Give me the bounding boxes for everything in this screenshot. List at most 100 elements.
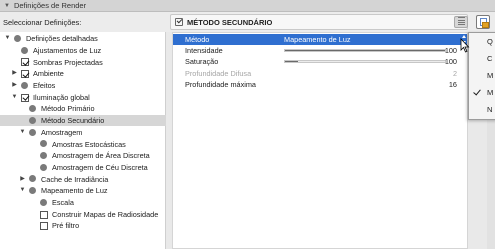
popup-menu-item-label: C bbox=[487, 54, 493, 63]
tree-item[interactable]: Método Primário bbox=[0, 103, 166, 115]
checkmark-icon bbox=[473, 87, 481, 96]
tree-item[interactable]: Escala bbox=[0, 197, 166, 209]
window-titlebar[interactable]: ▼ Definições de Render bbox=[0, 0, 495, 12]
tree-item-label: Sombras Projectadas bbox=[33, 57, 103, 67]
method-popup-menu: QCMMN bbox=[468, 32, 495, 120]
panel-edge bbox=[487, 120, 495, 249]
tree-item-label: Pré filtro bbox=[52, 221, 80, 231]
tree-item[interactable]: Ajustamentos de Luz bbox=[0, 45, 166, 57]
tree-item[interactable]: ▶ Efeitos bbox=[0, 80, 166, 92]
property-label: Profundidade Difusa bbox=[185, 68, 252, 78]
selector-label: Seleccionar Definições: bbox=[3, 17, 82, 27]
property-row[interactable]: Intensidade 100 bbox=[173, 45, 467, 56]
tree-item[interactable]: ▼ Iluminação global bbox=[0, 92, 166, 104]
expanded-arrow-icon[interactable]: ▼ bbox=[11, 92, 18, 103]
popup-menu-item[interactable]: M bbox=[469, 84, 495, 102]
popup-menu-item[interactable]: C bbox=[469, 50, 495, 68]
tree-item-label: Método Primário bbox=[41, 104, 95, 114]
property-list: Método Mapeamento de Luz Intensidade 100 Sat… bbox=[172, 32, 468, 249]
bullet-icon bbox=[29, 116, 36, 124]
settings-header: MÉTODO SECUNDÁRIO bbox=[170, 12, 495, 32]
bullet-icon bbox=[14, 35, 21, 42]
document-icon bbox=[480, 18, 489, 28]
popup-menu-item[interactable]: M bbox=[469, 67, 495, 85]
expanded-arrow-icon[interactable]: ▼ bbox=[19, 185, 26, 196]
expanded-arrow-icon[interactable]: ▼ bbox=[4, 33, 11, 44]
property-row[interactable]: Profundidade Difusa 2 bbox=[173, 68, 467, 79]
property-row[interactable]: Método Mapeamento de Luz bbox=[173, 34, 467, 45]
property-label: Intensidade bbox=[185, 46, 223, 56]
checkbox-icon bbox=[175, 18, 183, 26]
property-value[interactable]: 16 bbox=[449, 79, 457, 90]
tree-item[interactable]: Construir Mapas de Radiosidade bbox=[0, 209, 166, 221]
property-label: Saturação bbox=[185, 57, 219, 67]
tree-item-label: Iluminação global bbox=[33, 92, 90, 102]
tree-item-label: Construir Mapas de Radiosidade bbox=[52, 209, 159, 219]
property-slider[interactable] bbox=[284, 49, 446, 53]
popup-menu-item[interactable]: Q bbox=[469, 33, 495, 51]
tree-item-label: Definições detalhadas bbox=[26, 34, 98, 44]
tree-checkbox[interactable] bbox=[21, 58, 29, 67]
tree-item[interactable]: Sombras Projectadas bbox=[0, 56, 166, 68]
property-slider[interactable] bbox=[284, 60, 446, 64]
collapse-triangle-icon[interactable]: ▼ bbox=[4, 3, 10, 9]
tree-item[interactable]: ▶ Ambiente bbox=[0, 68, 166, 80]
tree-item[interactable]: ▼ Amostragem bbox=[0, 127, 166, 139]
expanded-arrow-icon[interactable]: ▼ bbox=[19, 127, 26, 138]
bullet-icon bbox=[29, 128, 36, 136]
popup-menu-item-label: M bbox=[487, 88, 494, 97]
bullet-icon bbox=[40, 152, 47, 159]
tree-item[interactable]: Pré filtro bbox=[0, 220, 166, 232]
property-row[interactable]: Profundidade máxima 16 bbox=[173, 79, 467, 90]
property-value[interactable]: 100 bbox=[445, 56, 457, 67]
popup-menu-item[interactable]: N bbox=[469, 101, 495, 119]
bullet-icon bbox=[29, 187, 36, 195]
settings-dropdown[interactable]: MÉTODO SECUNDÁRIO bbox=[170, 14, 468, 30]
bullet-icon bbox=[21, 46, 28, 54]
tree-item-label: Método Secundário bbox=[41, 116, 105, 126]
settings-dropdown-value: MÉTODO SECUNDÁRIO bbox=[187, 17, 273, 27]
collapsed-arrow-icon[interactable]: ▶ bbox=[19, 174, 26, 185]
tree-item-label: Mapeamento de Luz bbox=[41, 186, 108, 196]
bullet-icon bbox=[40, 163, 47, 171]
mouse-cursor-icon bbox=[460, 38, 470, 53]
slider-fill bbox=[285, 61, 298, 63]
settings-tree: ▼ Definições detalhadas Ajustamentos de Lu… bbox=[0, 32, 166, 249]
tree-item-label: Cache de Irradiância bbox=[41, 174, 109, 184]
tree-checkbox[interactable] bbox=[21, 93, 29, 102]
tree-item[interactable]: Método Secundário bbox=[0, 114, 166, 127]
tree-item-label: Escala bbox=[52, 198, 74, 208]
bullet-icon bbox=[40, 198, 47, 206]
tree-item-label: Ambiente bbox=[33, 69, 64, 79]
tree-item[interactable]: ▼ Mapeamento de Luz bbox=[0, 185, 166, 197]
tree-item-label: Amostragem de Área Discreta bbox=[52, 151, 150, 161]
window-title: Definições de Render bbox=[13, 1, 87, 10]
tree-item[interactable]: Amostras Estocásticas bbox=[0, 138, 166, 150]
tree-item[interactable]: Amostragem de Céu Discreta bbox=[0, 162, 166, 174]
property-value[interactable]: Mapeamento de Luz bbox=[284, 34, 351, 45]
tree-item[interactable]: ▼ Definições detalhadas bbox=[0, 33, 166, 45]
list-options-button[interactable] bbox=[454, 16, 468, 28]
tree-item-label: Amostragem de Céu Discreta bbox=[52, 162, 148, 172]
new-settings-button[interactable] bbox=[476, 15, 490, 29]
tree-item-label: Amostragem bbox=[41, 127, 83, 137]
bullet-icon bbox=[40, 140, 47, 148]
tree-item-label: Efeitos bbox=[33, 81, 56, 91]
bullet-icon bbox=[21, 81, 28, 89]
bullet-icon bbox=[29, 175, 36, 183]
tree-checkbox[interactable] bbox=[21, 70, 29, 79]
tree-item[interactable]: Amostragem de Área Discreta bbox=[0, 150, 166, 162]
tree-checkbox[interactable] bbox=[40, 210, 48, 219]
property-row[interactable]: Saturação 100 bbox=[173, 56, 467, 67]
property-label: Profundidade máxima bbox=[185, 79, 256, 89]
property-value[interactable]: 100 bbox=[445, 45, 457, 56]
tree-item-label: Amostras Estocásticas bbox=[52, 139, 126, 149]
property-label: Método bbox=[185, 35, 210, 44]
tree-item[interactable]: ▶ Cache de Irradiância bbox=[0, 173, 166, 185]
collapsed-arrow-icon[interactable]: ▶ bbox=[11, 80, 18, 91]
collapsed-arrow-icon[interactable]: ▶ bbox=[11, 68, 18, 79]
popup-menu-item-label: Q bbox=[487, 37, 493, 46]
property-value[interactable]: 2 bbox=[453, 68, 457, 79]
slider-fill bbox=[285, 50, 445, 52]
tree-checkbox[interactable] bbox=[40, 222, 48, 231]
